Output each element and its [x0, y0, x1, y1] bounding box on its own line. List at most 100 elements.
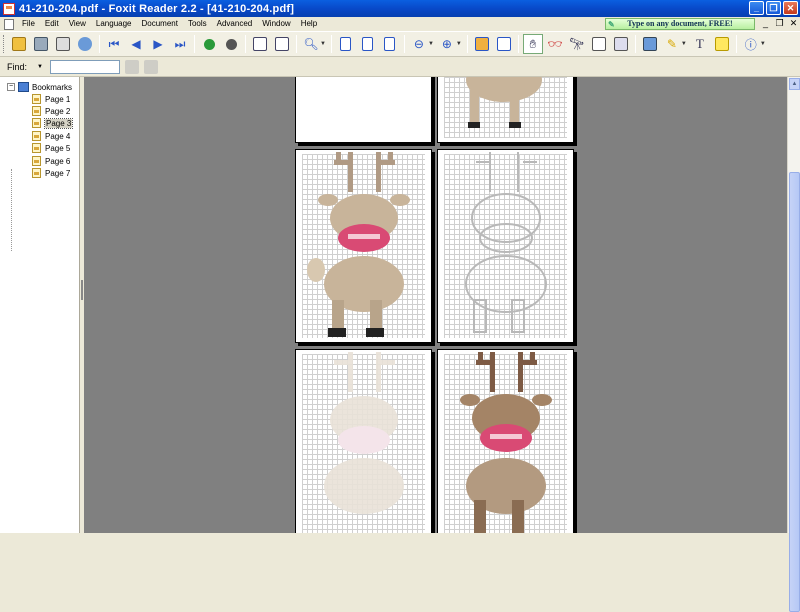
email-icon[interactable]: [75, 34, 95, 54]
scroll-up-button[interactable]: ▲: [789, 78, 800, 90]
doc-minimize-button[interactable]: _: [760, 18, 771, 28]
menu-help[interactable]: Help: [296, 17, 322, 31]
toolbar-separator: [99, 35, 100, 53]
page-thumbnail-deer-dark[interactable]: [437, 349, 574, 533]
zoom-out-dropdown-arrow[interactable]: ▼: [428, 41, 434, 47]
next-page-icon[interactable]: ▶: [148, 34, 168, 54]
comment-icon[interactable]: [640, 34, 660, 54]
maximize-button[interactable]: ❐: [766, 1, 781, 15]
bookmark-label: Page 3: [43, 117, 74, 129]
toolbar-separator: [245, 35, 246, 53]
print-icon[interactable]: [53, 34, 73, 54]
info-dropdown-arrow[interactable]: ▼: [760, 41, 766, 47]
bookmark-page-7[interactable]: Page 7: [32, 167, 70, 179]
zoom-icon[interactable]: 🔍︎: [301, 34, 321, 54]
fit-width-icon[interactable]: [380, 34, 400, 54]
last-page-icon[interactable]: ⏭: [170, 34, 190, 54]
toolbar: ⏮ ◀ ▶ ⏭ 🔍︎ ▼ ⊖ ▼ ⊕ ▼ ✋︎ 👓︎ 🔭︎ ✎ ▼ T ⓘ ▼: [0, 31, 800, 57]
zoom-in-icon[interactable]: ⊕: [437, 34, 457, 54]
first-page-icon[interactable]: ⏮: [104, 34, 124, 54]
page-thumbnail-blank[interactable]: [295, 77, 432, 143]
bookmark-label: Page 5: [45, 143, 71, 153]
menu-file[interactable]: File: [17, 17, 40, 31]
typewriter-icon[interactable]: [589, 34, 609, 54]
zoom-dropdown-arrow[interactable]: ▼: [320, 41, 326, 47]
foxit-app-icon[interactable]: [3, 2, 15, 15]
menu-edit[interactable]: Edit: [40, 17, 64, 31]
bookmark-label: Page 6: [45, 156, 71, 166]
go-forward-icon[interactable]: [221, 34, 241, 54]
note-icon[interactable]: [712, 34, 732, 54]
fit-page-icon[interactable]: [358, 34, 378, 54]
page-icon: [32, 94, 41, 104]
page-icon: [32, 131, 41, 141]
close-button[interactable]: ✕: [783, 1, 798, 15]
find-previous-button[interactable]: [124, 59, 139, 74]
bookmark-page-2[interactable]: Page 2: [32, 105, 70, 117]
bookmark-page-4[interactable]: Page 4: [32, 130, 70, 142]
info-icon[interactable]: ⓘ: [741, 34, 761, 54]
rotate-left-icon[interactable]: [250, 34, 270, 54]
find-input[interactable]: [49, 59, 120, 74]
toolbar-separator: [296, 35, 297, 53]
bookmark-page-5[interactable]: Page 5: [32, 142, 70, 154]
find-icon[interactable]: 🔭︎: [567, 34, 587, 54]
bookmark-label: Page 2: [45, 106, 71, 116]
page-icon: [32, 156, 41, 166]
doc-close-button[interactable]: ✕: [788, 18, 799, 29]
page-icon: [32, 143, 41, 153]
save-icon[interactable]: [31, 34, 51, 54]
highlight-dropdown-arrow[interactable]: ▼: [681, 41, 687, 47]
page-icon: [32, 118, 41, 128]
snapshot-icon[interactable]: [611, 34, 631, 54]
bookmarks-panel: − Bookmarks Page 1 Page 2 Page 3 Page 4 …: [0, 77, 80, 533]
collapse-toggle[interactable]: −: [7, 83, 15, 91]
hand-tool-icon[interactable]: ✋︎: [522, 34, 543, 54]
bookmark-label: Page 7: [45, 168, 71, 178]
bookmark-root[interactable]: − Bookmarks: [7, 81, 72, 93]
find-options-dropdown[interactable]: ▼: [37, 64, 43, 70]
thumbnails-panel-icon[interactable]: [494, 34, 514, 54]
ad-banner-text: Type on any document, FREE!: [627, 19, 733, 28]
zoom-out-icon[interactable]: ⊖: [409, 34, 429, 54]
page-thumbnail-deer-faded[interactable]: [295, 349, 432, 533]
highlight-icon[interactable]: ✎: [662, 34, 682, 54]
page-icon: [32, 106, 41, 116]
zoom-in-dropdown-arrow[interactable]: ▼: [456, 41, 462, 47]
splitter-grip[interactable]: [81, 280, 83, 300]
previous-page-icon[interactable]: ◀: [126, 34, 146, 54]
ad-banner[interactable]: ✎ Type on any document, FREE!: [605, 18, 755, 30]
menu-document[interactable]: Document: [136, 17, 182, 31]
vertical-scrollbar[interactable]: ▲: [787, 77, 800, 612]
find-next-button[interactable]: [143, 59, 158, 74]
page-thumbnail-deer-color[interactable]: [295, 149, 432, 343]
doc-restore-button[interactable]: ❐: [774, 18, 785, 29]
open-icon[interactable]: [9, 34, 29, 54]
menu-tools[interactable]: Tools: [183, 17, 212, 31]
page-thumbnail-deer-outline[interactable]: [437, 149, 574, 343]
page-thumbnail-deer-legs[interactable]: [437, 77, 574, 143]
toolbar-separator: [517, 35, 519, 53]
menu-view[interactable]: View: [64, 17, 91, 31]
text-tool-icon[interactable]: T: [690, 34, 710, 54]
menu-window[interactable]: Window: [257, 17, 295, 31]
toolbar-grip[interactable]: [3, 35, 6, 53]
menu-language[interactable]: Language: [91, 17, 137, 31]
actual-size-icon[interactable]: [336, 34, 356, 54]
minimize-button[interactable]: _: [749, 1, 764, 15]
bookmarks-panel-icon[interactable]: [472, 34, 492, 54]
rotate-right-icon[interactable]: [272, 34, 292, 54]
scrollbar-thumb[interactable]: [789, 172, 800, 612]
document-icon[interactable]: [4, 18, 14, 30]
bookmark-page-1[interactable]: Page 1: [32, 93, 70, 105]
toolbar-separator: [466, 35, 468, 53]
bookmark-page-3[interactable]: Page 3: [32, 117, 74, 129]
go-back-icon[interactable]: [199, 34, 219, 54]
select-text-icon[interactable]: 👓︎: [545, 34, 565, 54]
menu-advanced[interactable]: Advanced: [212, 17, 258, 31]
deer-pattern-image: [307, 152, 410, 337]
bookmark-page-6[interactable]: Page 6: [32, 155, 70, 167]
document-viewer[interactable]: [84, 77, 787, 533]
find-bar: Find: ▼: [0, 57, 800, 77]
toolbar-separator: [403, 35, 405, 53]
